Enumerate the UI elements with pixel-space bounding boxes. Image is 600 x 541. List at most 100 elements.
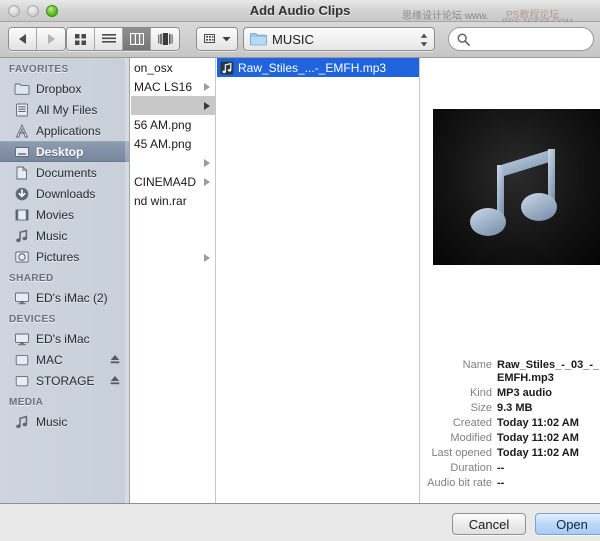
imac-icon <box>14 290 30 306</box>
metadata-row: Size 9.3 MB <box>421 402 600 415</box>
metadata-value: Raw_Stiles_-_03_-_EMFH.mp3 <box>497 359 600 384</box>
file-metadata: Name Raw_Stiles_-_03_-_EMFH.mp3 Kind MP3 au… <box>421 359 600 492</box>
metadata-row: Audio bit rate -- <box>421 477 600 490</box>
eject-icon[interactable] <box>110 354 120 365</box>
sidebar-item-downloads[interactable]: Downloads <box>0 183 129 204</box>
sidebar-item-ed-s-imac-2[interactable]: ED's iMac (2) <box>0 287 129 308</box>
drive-icon <box>15 375 29 386</box>
column-row[interactable] <box>131 210 215 229</box>
downloads-icon <box>14 186 30 202</box>
search-input[interactable] <box>475 32 575 46</box>
sidebar-item-storage[interactable]: STORAGE <box>0 370 129 391</box>
list-view-icon <box>101 34 116 43</box>
column-view-icon <box>129 33 144 45</box>
column-row[interactable]: 45 AM.png <box>131 134 215 153</box>
metadata-value: -- <box>497 477 505 489</box>
sidebar-section-header: SHARED <box>9 273 54 284</box>
file-row[interactable]: Raw_Stiles_...-_EMFH.mp3 <box>217 58 419 77</box>
column-view-button[interactable] <box>123 28 151 50</box>
pictures-icon <box>14 249 30 265</box>
sidebar-item-movies[interactable]: Movies <box>0 204 129 225</box>
drive-icon <box>14 352 30 368</box>
toolbar: MUSIC <box>0 22 600 58</box>
disclosure-arrow-icon <box>204 159 210 167</box>
metadata-row: Last opened Today 11:02 AM <box>421 447 600 460</box>
folder-icon <box>14 83 30 95</box>
sidebar-item-documents[interactable]: Documents <box>0 162 129 183</box>
metadata-row: Duration -- <box>421 462 600 475</box>
column-row[interactable]: on_osx <box>131 58 215 77</box>
sidebar-item-music[interactable]: Music <box>0 225 129 246</box>
sidebar-scrollbar[interactable] <box>125 58 129 503</box>
imac-icon <box>15 333 29 345</box>
arrange-button[interactable] <box>196 27 238 51</box>
file-row-label: Raw_Stiles_...-_EMFH.mp3 <box>238 60 387 75</box>
sidebar: FAVORITES Dropbox All My Files Applications… <box>0 58 130 503</box>
icon-view-button[interactable] <box>67 28 95 50</box>
sidebar-item-desktop[interactable]: Desktop <box>0 141 129 162</box>
metadata-row: Name Raw_Stiles_-_03_-_EMFH.mp3 <box>421 359 600 385</box>
cancel-button[interactable]: Cancel <box>452 513 526 535</box>
metadata-value: Today 11:02 AM <box>497 447 579 459</box>
list-view-button[interactable] <box>95 28 123 50</box>
sidebar-item-ed-s-imac[interactable]: ED's iMac <box>0 328 129 349</box>
path-label: MUSIC <box>272 31 314 47</box>
navigation-buttons <box>8 27 66 51</box>
column-1[interactable]: on_osx MAC LS16 56 AM.png 45 AM.png CINEMA4D… <box>131 58 216 503</box>
column-row-label: on_osx <box>134 60 173 75</box>
music-note-icon <box>470 149 557 236</box>
column-row[interactable] <box>131 248 215 267</box>
column-row[interactable]: nd win.rar <box>131 191 215 210</box>
back-arrow-icon <box>19 34 26 44</box>
metadata-label: Name <box>462 359 492 371</box>
metadata-value: Today 11:02 AM <box>497 417 579 429</box>
sidebar-section-header: MEDIA <box>9 397 44 408</box>
column-row-label: 56 AM.png <box>134 117 192 132</box>
forward-arrow-icon <box>47 34 55 44</box>
sidebar-item-applications[interactable]: Applications <box>0 120 129 141</box>
folder-icon <box>14 81 30 97</box>
column-2[interactable]: Raw_Stiles_...-_EMFH.mp3 <box>217 58 420 503</box>
metadata-value: 9.3 MB <box>497 402 533 414</box>
column-row[interactable]: MAC LS16 <box>131 77 215 96</box>
path-popup-button[interactable]: MUSIC <box>243 27 435 51</box>
sidebar-item-music[interactable]: Music <box>0 411 129 432</box>
search-field[interactable] <box>448 27 594 51</box>
metadata-label: Kind <box>469 387 492 399</box>
open-button[interactable]: Open <box>535 513 600 535</box>
column-row[interactable] <box>131 229 215 248</box>
sidebar-item-pictures[interactable]: Pictures <box>0 246 129 267</box>
metadata-value: -- <box>497 462 505 474</box>
column-row-label: nd win.rar <box>134 193 187 208</box>
metadata-label: Last opened <box>431 447 492 459</box>
sidebar-item-dropbox[interactable]: Dropbox <box>0 78 129 99</box>
pictures-icon <box>15 251 29 262</box>
column-row[interactable]: CINEMA4D <box>131 172 215 191</box>
sidebar-item-label: ED's iMac (2) <box>36 290 108 305</box>
back-button[interactable] <box>9 28 37 50</box>
column-row-label: MAC LS16 <box>134 79 193 94</box>
column-row[interactable] <box>131 96 215 115</box>
column-row[interactable] <box>131 153 215 172</box>
chevron-down-icon <box>222 37 230 42</box>
coverflow-view-button[interactable] <box>151 28 179 50</box>
column-row-label: 45 AM.png <box>134 136 192 151</box>
column-row-label: CINEMA4D <box>134 174 197 189</box>
metadata-label: Created <box>452 417 492 429</box>
sidebar-item-label: All My Files <box>36 102 98 117</box>
disclosure-arrow-icon <box>204 178 210 186</box>
sidebar-sections: FAVORITES Dropbox All My Files Applications… <box>0 58 129 432</box>
arrange-icon-cell[interactable] <box>197 28 237 50</box>
metadata-label: Size <box>470 402 492 414</box>
sidebar-item-label: Dropbox <box>36 81 82 96</box>
forward-button[interactable] <box>37 28 65 50</box>
movies-icon <box>14 207 30 223</box>
title-bar: Add Audio Clips 思缘设计论坛 www. PS教程论坛 BBS.1… <box>0 0 600 27</box>
eject-icon[interactable] <box>110 375 120 386</box>
column-3-preview: Name Raw_Stiles_-_03_-_EMFH.mp3 Kind MP3 au… <box>421 58 600 503</box>
sidebar-section-header: FAVORITES <box>9 64 69 75</box>
sidebar-item-all-my-files[interactable]: All My Files <box>0 99 129 120</box>
sidebar-item-mac[interactable]: MAC <box>0 349 129 370</box>
desktop-icon <box>14 144 30 160</box>
column-row[interactable]: 56 AM.png <box>131 115 215 134</box>
